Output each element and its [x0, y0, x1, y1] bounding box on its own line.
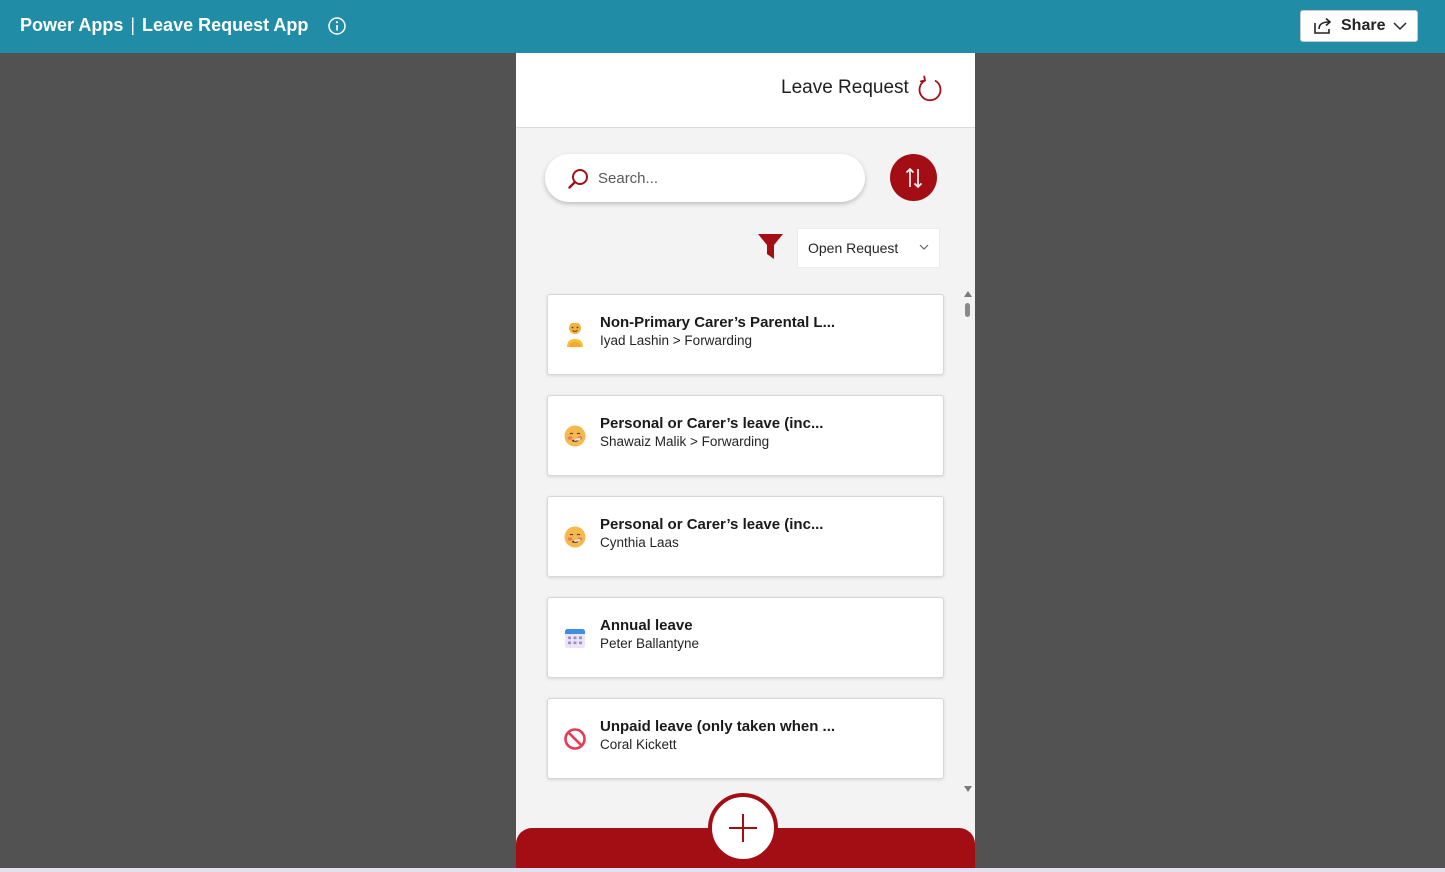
request-card[interactable]: Personal or Carer’s leave (inc... Shawai… — [547, 395, 944, 476]
request-title: Personal or Carer’s leave (inc... — [600, 415, 824, 432]
request-subtitle: Peter Ballantyne — [600, 636, 700, 651]
sort-arrows-icon — [905, 167, 922, 188]
request-subtitle: Iyad Lashin > Forwarding — [600, 333, 752, 348]
refresh-icon[interactable] — [916, 75, 944, 103]
request-card[interactable]: Personal or Carer’s leave (inc... Cynthi… — [547, 496, 944, 577]
info-circle-icon[interactable] — [327, 16, 347, 36]
family-emoji-icon — [567, 323, 583, 347]
request-card[interactable]: Non-Primary Carer’s Parental L... Iyad L… — [547, 294, 944, 375]
breadcrumb-separator: | — [130, 15, 136, 35]
screen-header: Leave Request — [516, 53, 975, 128]
gallery-scrollbar[interactable] — [962, 289, 974, 792]
share-button[interactable]: Share — [1300, 10, 1418, 42]
request-gallery: Non-Primary Carer’s Parental L... Iyad L… — [547, 294, 944, 785]
prohibited-icon — [564, 728, 586, 750]
request-title: Non-Primary Carer’s Parental L... — [600, 314, 836, 331]
status-filter-dropdown[interactable]: Open Request — [797, 228, 940, 268]
request-subtitle: Cynthia Laas — [600, 535, 679, 550]
window-bottom-border — [0, 868, 1445, 872]
app-canvas: Leave Request Open Request — [516, 53, 975, 868]
product-name[interactable]: Power Apps — [20, 15, 123, 35]
chevron-down-icon — [1393, 21, 1407, 30]
scroll-down-arrow-icon[interactable] — [964, 786, 972, 792]
scroll-up-arrow-icon[interactable] — [964, 291, 972, 297]
sort-button[interactable] — [890, 154, 937, 201]
request-card[interactable]: Unpaid leave (only taken when ... Coral … — [547, 698, 944, 779]
sick-face-emoji-icon — [564, 526, 586, 548]
request-title: Unpaid leave (only taken when ... — [600, 718, 836, 735]
request-title: Personal or Carer’s leave (inc... — [600, 516, 824, 533]
chevron-down-icon — [919, 244, 929, 250]
app-breadcrumb: Power Apps | Leave Request App — [20, 15, 308, 36]
search-box[interactable] — [545, 154, 865, 202]
search-icon — [568, 169, 588, 189]
sick-face-emoji-icon — [564, 425, 586, 447]
share-label: Share — [1341, 17, 1386, 34]
plus-icon — [729, 814, 757, 842]
search-input[interactable] — [598, 166, 848, 190]
new-request-button[interactable] — [708, 793, 778, 863]
app-title: Leave Request App — [142, 15, 309, 35]
app-topbar: Power Apps | Leave Request App Share — [0, 0, 1445, 53]
screen-title: Leave Request — [781, 77, 909, 98]
request-title: Annual leave — [600, 617, 693, 634]
request-subtitle: Shawaiz Malik > Forwarding — [600, 434, 770, 449]
calendar-icon — [565, 629, 585, 648]
request-card[interactable]: Annual leave Peter Ballantyne — [547, 597, 944, 678]
filter-funnel-icon[interactable] — [757, 233, 784, 261]
share-icon — [1314, 17, 1332, 34]
status-filter-value: Open Request — [808, 240, 899, 256]
scrollbar-thumb[interactable] — [965, 303, 970, 317]
request-subtitle: Coral Kickett — [600, 737, 677, 752]
